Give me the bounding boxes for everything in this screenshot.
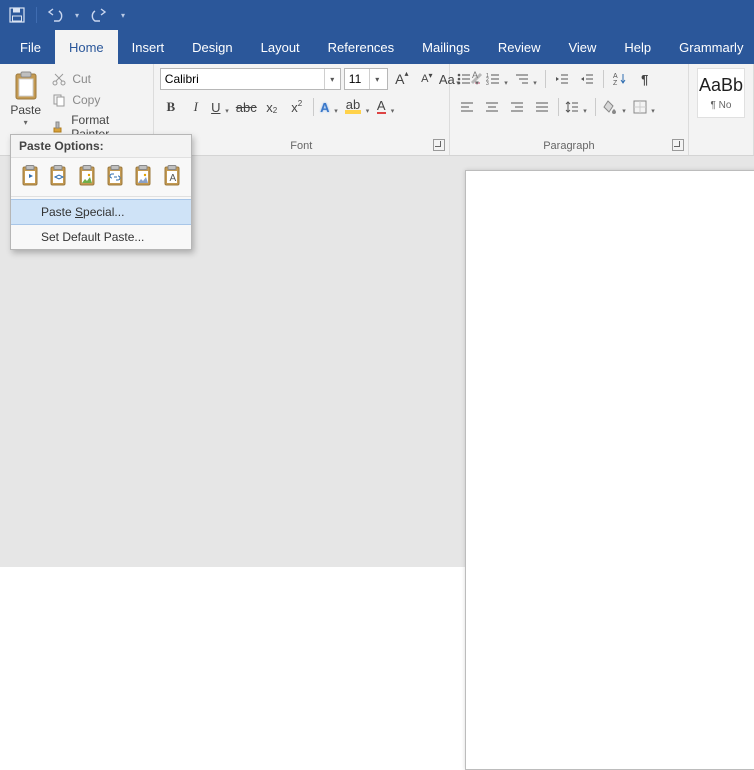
undo-dropdown-icon[interactable]: ▾: [75, 11, 79, 20]
svg-text:1: 1: [486, 73, 489, 79]
paste-options-popup: Paste Options: A Paste Special... Set De…: [10, 134, 192, 250]
grow-font-button[interactable]: A▴: [391, 68, 413, 90]
text-effects-button[interactable]: A: [319, 96, 341, 118]
save-icon[interactable]: [6, 4, 28, 26]
font-name-input[interactable]: [161, 69, 324, 89]
decrease-indent-button[interactable]: [551, 68, 573, 90]
tab-review[interactable]: Review: [484, 30, 555, 64]
borders-button[interactable]: [632, 96, 658, 118]
svg-text:Z: Z: [613, 80, 618, 86]
scissors-icon: [51, 71, 67, 87]
multilevel-list-button[interactable]: [514, 68, 540, 90]
cut-label: Cut: [72, 72, 91, 86]
tab-mailings[interactable]: Mailings: [408, 30, 484, 64]
paste-merge-formatting-icon[interactable]: [47, 164, 69, 188]
tab-home[interactable]: Home: [55, 30, 118, 64]
qat-separator: [36, 7, 37, 23]
separator: [313, 98, 314, 116]
font-launcher-icon[interactable]: [433, 139, 445, 151]
svg-text:2: 2: [486, 77, 489, 83]
paste-options-icons: A: [11, 158, 191, 194]
style-sample: AaBb: [699, 75, 743, 96]
superscript-button[interactable]: x2: [286, 96, 308, 118]
qat-customize-icon[interactable]: ▾: [121, 11, 125, 20]
separator: [595, 98, 596, 116]
subscript-button[interactable]: x2: [261, 96, 283, 118]
paste-special-pre: Paste: [41, 205, 75, 219]
tab-design[interactable]: Design: [178, 30, 246, 64]
font-name-dropdown-icon[interactable]: ▾: [324, 69, 340, 89]
undo-icon[interactable]: [45, 4, 67, 26]
group-font: ▾ ▾ A▴ A▾ Aa A B I U abc x2: [154, 64, 450, 155]
align-center-button[interactable]: [481, 96, 503, 118]
copy-label: Copy: [72, 93, 100, 107]
group-label-paragraph: Paragraph: [450, 137, 688, 155]
align-right-button[interactable]: [506, 96, 528, 118]
paste-picture-icon[interactable]: [76, 164, 98, 188]
justify-button[interactable]: [531, 96, 553, 118]
paste-button[interactable]: Paste ▾: [6, 68, 45, 128]
group-label-styles: [689, 137, 753, 155]
svg-text:A: A: [169, 173, 176, 184]
tab-layout[interactable]: Layout: [247, 30, 314, 64]
style-tile-normal[interactable]: AaBb ¶ No: [697, 68, 745, 118]
paste-label: Paste: [10, 103, 41, 117]
italic-button[interactable]: I: [185, 96, 207, 118]
tab-file[interactable]: File: [6, 30, 55, 64]
strikethrough-button[interactable]: abc: [235, 96, 258, 118]
paste-special-post: pecial...: [83, 205, 124, 219]
paintbrush-icon: [51, 119, 66, 135]
line-spacing-button[interactable]: [564, 96, 590, 118]
tab-references[interactable]: References: [314, 30, 408, 64]
quick-access-toolbar: ▾ ▾: [0, 0, 754, 30]
group-paragraph: 123 AZ ¶: [450, 64, 689, 155]
copy-icon: [51, 92, 67, 108]
font-size-dropdown-icon[interactable]: ▾: [369, 69, 385, 89]
ribbon-tabs: File Home Insert Design Layout Reference…: [0, 30, 754, 64]
increase-indent-button[interactable]: [576, 68, 598, 90]
sort-button[interactable]: AZ: [609, 68, 631, 90]
group-label-font: Font: [154, 137, 449, 155]
copy-button[interactable]: Copy: [49, 91, 146, 109]
paragraph-launcher-icon[interactable]: [672, 139, 684, 151]
paste-keep-source-icon[interactable]: [19, 164, 41, 188]
paste-dropdown-icon[interactable]: ▾: [24, 118, 28, 127]
paste-special-item[interactable]: Paste Special...: [11, 199, 191, 225]
clipboard-icon: [13, 71, 39, 101]
tab-insert[interactable]: Insert: [118, 30, 179, 64]
font-size-combo[interactable]: ▾: [344, 68, 388, 90]
shrink-font-button[interactable]: A▾: [416, 68, 438, 90]
font-size-input[interactable]: [345, 69, 369, 89]
underline-button[interactable]: U: [210, 96, 232, 118]
font-name-combo[interactable]: ▾: [160, 68, 341, 90]
bold-button[interactable]: B: [160, 96, 182, 118]
svg-text:3: 3: [486, 81, 489, 85]
numbering-button[interactable]: 123: [485, 68, 511, 90]
separator: [545, 70, 546, 88]
paste-keep-source-list-icon[interactable]: [132, 164, 154, 188]
paste-text-only-icon[interactable]: A: [161, 164, 183, 188]
separator: [603, 70, 604, 88]
svg-text:A: A: [613, 73, 618, 80]
cut-button[interactable]: Cut: [49, 70, 146, 88]
menu-separator: [11, 196, 191, 197]
shading-button[interactable]: [601, 96, 629, 118]
style-caption: ¶ No: [711, 100, 732, 111]
paste-options-header: Paste Options:: [11, 135, 191, 158]
paste-link-icon[interactable]: [104, 164, 126, 188]
font-color-button[interactable]: A: [375, 96, 397, 118]
tab-view[interactable]: View: [554, 30, 610, 64]
tab-help[interactable]: Help: [610, 30, 665, 64]
bullets-button[interactable]: [456, 68, 482, 90]
paste-special-u: S: [75, 205, 83, 219]
align-left-button[interactable]: [456, 96, 478, 118]
tab-grammarly[interactable]: Grammarly: [665, 30, 754, 64]
redo-icon[interactable]: [87, 4, 109, 26]
highlight-button[interactable]: ab: [344, 96, 372, 118]
document-page[interactable]: [465, 170, 754, 770]
show-marks-button[interactable]: ¶: [634, 68, 656, 90]
separator: [558, 98, 559, 116]
group-styles: AaBb ¶ No: [689, 64, 754, 155]
set-default-paste-item[interactable]: Set Default Paste...: [11, 225, 191, 249]
